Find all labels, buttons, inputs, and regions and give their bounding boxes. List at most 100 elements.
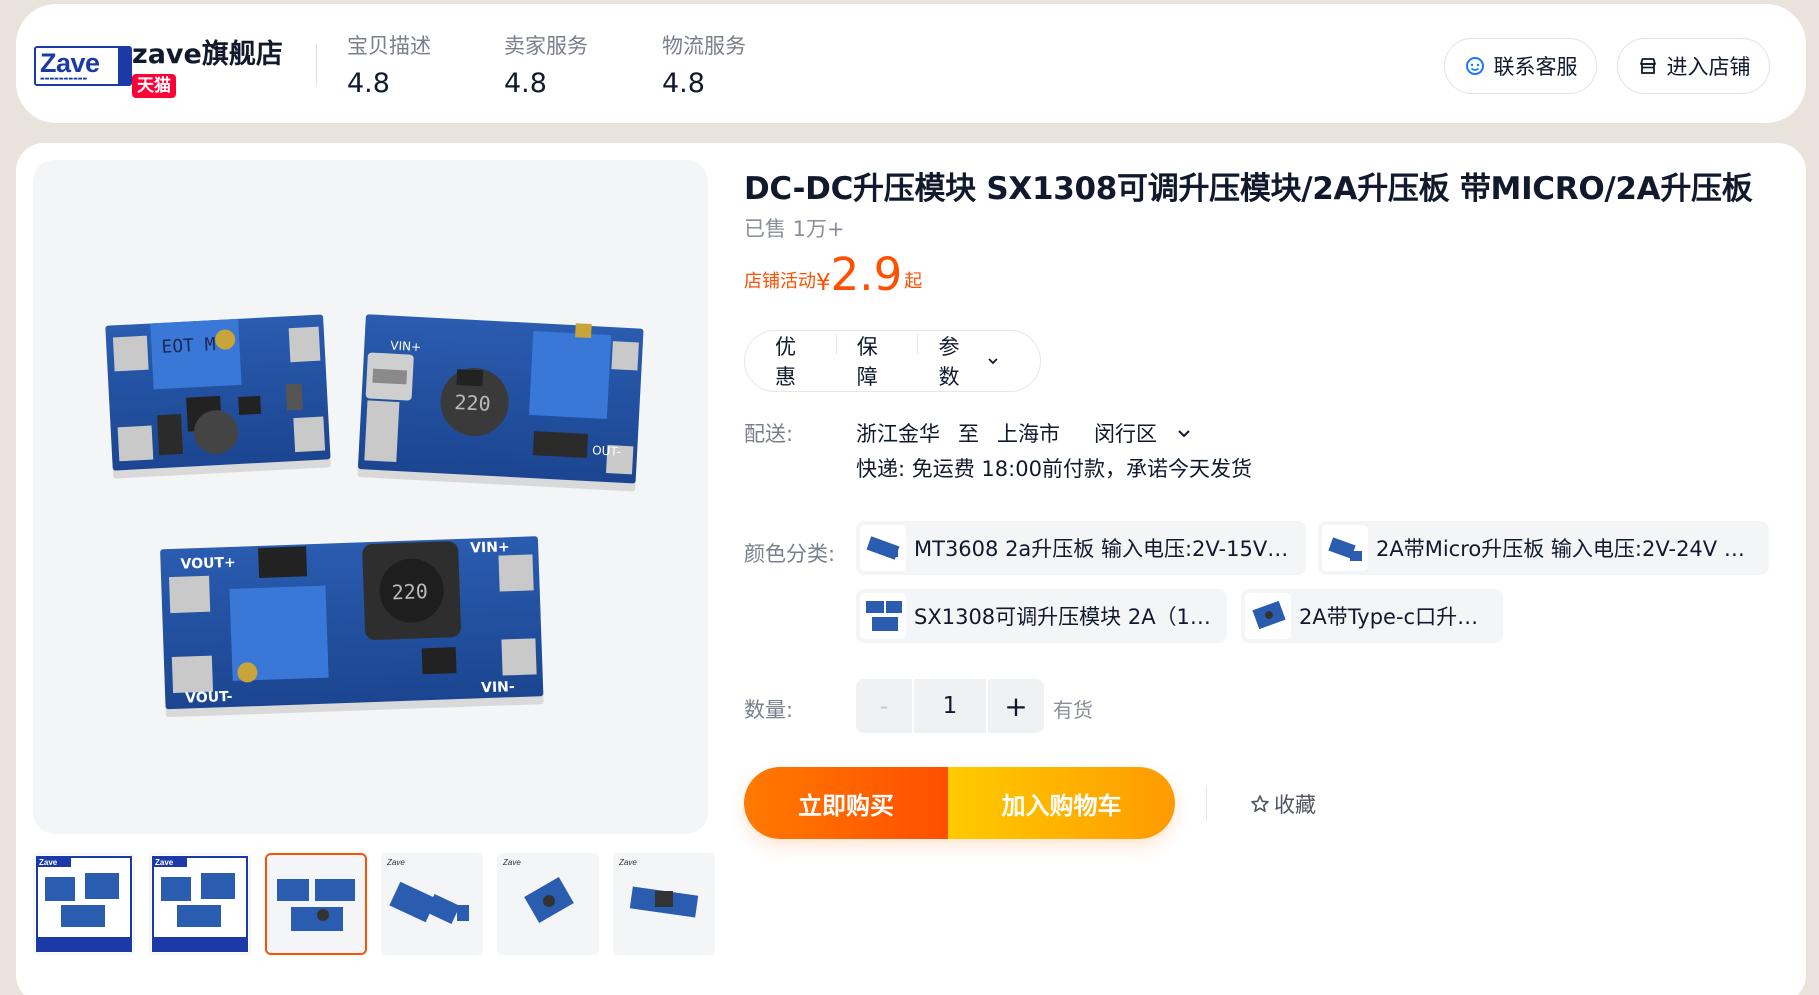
star-icon [1251, 795, 1269, 812]
shop-name[interactable]: zave旗舰店 [132, 32, 283, 71]
ship-to-word: 至 [958, 422, 979, 446]
sold-count: 已售 1万+ [744, 217, 845, 241]
buy-now-button[interactable]: 立即购买 [744, 767, 948, 839]
color-option-label: SX1308可调升压模块 2A（1只） [914, 605, 1213, 629]
logo-side-strip [118, 48, 130, 84]
price-currency: ¥ [816, 270, 831, 296]
image-thumbnails: Zave Zave Zave Zave Zave [33, 853, 715, 955]
svg-text:OUT-: OUT- [592, 443, 621, 458]
color-option-image [866, 601, 902, 631]
thumbnail-image: Zave [499, 855, 597, 953]
tab-discounts-label: 优惠 [775, 335, 796, 389]
shop-divider [316, 44, 317, 86]
rating-label: 宝贝描述 [347, 34, 431, 58]
svg-text:VOUT+: VOUT+ [180, 555, 236, 573]
delivery-address-selector[interactable]: 浙江金华 至 上海市 闵行区 [856, 418, 1193, 448]
product-title: DC-DC升压模块 SX1308可调升压模块/2A升压板 带MICRO/2A升压… [744, 171, 1753, 207]
boost-modules-photo: EOT M 220 VIN+ OUT- 220 VOUT+ VIN+ VOUT-… [105, 314, 644, 718]
thumbnail-image: Zave [383, 855, 481, 953]
color-option-label: MT3608 2a升压板 输入电压:2V-15V 输... [914, 537, 1292, 561]
svg-text:220: 220 [391, 579, 428, 604]
svg-text:VIN+: VIN+ [470, 539, 510, 556]
color-option-label: 2A带Micro升压板 输入电压:2V-24V 输... [1376, 537, 1755, 561]
color-option-thumbnail [860, 593, 906, 639]
color-option-thumbnail [860, 525, 906, 571]
color-option[interactable]: 2A带Type-c口升压板 [1241, 589, 1503, 643]
rating-value: 4.8 [662, 68, 705, 99]
main-product-image[interactable]: EOT M 220 VIN+ OUT- 220 VOUT+ VIN+ VOUT-… [33, 160, 708, 834]
price-suffix: 起 [904, 271, 923, 292]
contact-service-button[interactable]: 联系客服 [1444, 38, 1597, 94]
thumbnail-image: Zave [151, 855, 249, 953]
svg-text:VIN+: VIN+ [390, 339, 421, 355]
thumbnail[interactable]: Zave [381, 853, 483, 955]
shop-header: Zave ▬▬▬▬▬▬▬▬▬▬ zave旗舰店 天猫 宝贝描述 4.8 卖家服务… [16, 4, 1806, 123]
thumbnail-brand: Zave [39, 858, 58, 867]
svg-text:EOT M: EOT M [161, 334, 216, 358]
price-value: 2.9 [830, 248, 903, 301]
tab-discounts[interactable]: 优惠 [775, 331, 837, 391]
delivery-label: 配送: [744, 422, 794, 446]
favorite-label: 收藏 [1274, 793, 1316, 817]
color-label: 颜色分类: [744, 542, 836, 566]
feature-tabs: 优惠 保障 参数 [744, 330, 1041, 392]
svg-text:VOUT-: VOUT- [185, 689, 233, 707]
tab-parameters[interactable]: 参数 [938, 331, 1020, 391]
shop-logo-text: Zave [40, 48, 100, 78]
color-option-image [866, 536, 900, 560]
thumbnail[interactable]: Zave [149, 853, 251, 955]
color-option-label: 2A带Type-c口升压板 [1299, 605, 1489, 629]
thumbnail-image: Zave [615, 855, 713, 953]
thumbnail-image: Zave [35, 855, 133, 953]
thumbnail-brand: Zave [155, 858, 174, 867]
chevron-down-icon [988, 358, 998, 365]
thumbnail-brand: Zave [386, 858, 405, 867]
svg-text:220: 220 [454, 390, 491, 416]
rating-logistics: 物流服务 4.8 [662, 30, 746, 99]
rating-value: 4.8 [347, 68, 390, 99]
favorite-button[interactable]: 收藏 [1250, 789, 1316, 819]
color-option-thumbnail [1322, 525, 1368, 571]
quantity-label: 数量: [744, 698, 794, 722]
ship-district: 闵行区 [1094, 422, 1157, 446]
thumbnail-brand: Zave [618, 858, 637, 867]
color-option[interactable]: 2A带Micro升压板 输入电压:2V-24V 输... [1318, 521, 1769, 575]
svg-text:VIN-: VIN- [481, 679, 515, 696]
rating-label: 卖家服务 [504, 34, 588, 58]
color-option-thumbnail [1245, 593, 1291, 639]
enter-shop-button[interactable]: 进入店铺 [1617, 38, 1770, 94]
rating-value: 4.8 [504, 68, 547, 99]
color-option[interactable]: SX1308可调升压模块 2A（1只） [856, 589, 1227, 643]
color-option-image [1328, 537, 1362, 561]
enter-shop-label: 进入店铺 [1666, 55, 1751, 79]
thumbnail-selected[interactable] [265, 853, 367, 955]
store-icon [1639, 58, 1656, 74]
tmall-badge: 天猫 [132, 74, 176, 98]
favorite-divider [1206, 786, 1207, 820]
ship-from: 浙江金华 [856, 422, 940, 446]
price: 店铺活动 ¥ 2.9 起 [744, 251, 922, 299]
rating-service: 卖家服务 4.8 [504, 30, 588, 99]
express-info: 快递: 免运费 18:00前付款，承诺今天发货 [856, 457, 1252, 481]
stock-status: 有货 [1053, 698, 1093, 722]
quantity-decrease-button[interactable]: - [856, 679, 912, 733]
thumbnail-image [267, 855, 365, 953]
logo-tagline-graphic: ▬▬▬▬▬▬▬▬▬▬ [40, 76, 88, 82]
quantity-input[interactable]: 1 [914, 679, 986, 733]
thumbnail-brand: Zave [502, 858, 521, 867]
color-option[interactable]: MT3608 2a升压板 输入电压:2V-15V 输... [856, 521, 1306, 575]
color-option-image [1252, 600, 1286, 630]
ship-city: 上海市 [997, 422, 1060, 446]
add-to-cart-button[interactable]: 加入购物车 [948, 767, 1175, 839]
tab-guarantee[interactable]: 保障 [857, 331, 919, 391]
purchase-buttons: 立即购买 加入购物车 [744, 767, 1175, 839]
chevron-down-icon [1178, 430, 1190, 438]
rating-label: 物流服务 [662, 34, 746, 58]
rating-description: 宝贝描述 4.8 [347, 30, 431, 99]
quantity-increase-button[interactable]: + [988, 679, 1044, 733]
thumbnail[interactable]: Zave [33, 853, 135, 955]
thumbnail[interactable]: Zave [613, 853, 715, 955]
thumbnail[interactable]: Zave [497, 853, 599, 955]
tab-guarantee-label: 保障 [856, 335, 878, 389]
shop-logo[interactable]: Zave ▬▬▬▬▬▬▬▬▬▬ [34, 46, 132, 86]
